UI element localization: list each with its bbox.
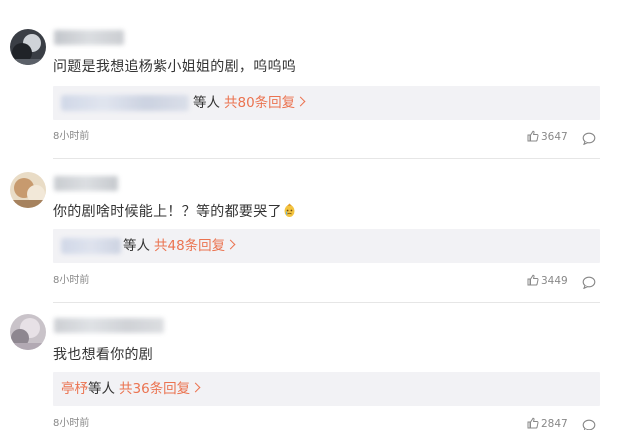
- comment-bubble-icon[interactable]: [582, 130, 596, 149]
- thumbs-up-icon: [527, 130, 539, 142]
- thumbs-up-icon: [527, 417, 539, 429]
- comment-text-content: 你的剧啥时候能上！？等的都要哭了: [53, 204, 282, 220]
- chevron-right-icon: [225, 239, 236, 250]
- reply-count-link[interactable]: 共36条回复: [119, 381, 190, 397]
- like-count: 3647: [541, 131, 568, 143]
- reply-suffix: 等人: [88, 381, 115, 397]
- crying-face-emoji-icon: [283, 203, 296, 218]
- username-blurred[interactable]: [54, 30, 124, 45]
- timestamp: 8小时前: [53, 418, 90, 429]
- username-blurred[interactable]: [54, 318, 164, 333]
- chevron-right-icon: [190, 382, 201, 393]
- comment-text: 你的剧啥时候能上！？等的都要哭了: [53, 203, 296, 221]
- reply-summary[interactable]: 等人 共48条回复: [53, 229, 600, 263]
- avatar[interactable]: [10, 29, 46, 65]
- reply-count-link[interactable]: 共48条回复: [154, 238, 225, 254]
- reply-summary[interactable]: 亭杼等人 共36条回复: [53, 372, 600, 406]
- chevron-right-icon: [295, 96, 306, 107]
- reply-usernames-blurred: [61, 238, 121, 254]
- timestamp: 8小时前: [53, 275, 90, 286]
- avatar[interactable]: [10, 314, 46, 350]
- comment-bubble-icon[interactable]: [582, 274, 596, 293]
- divider: [53, 158, 600, 159]
- reply-usernames-blurred: [61, 95, 189, 111]
- reply-suffix: 等人: [123, 238, 150, 254]
- reply-usernames[interactable]: 亭杼: [61, 381, 88, 397]
- reply-count-link[interactable]: 共80条回复: [224, 95, 295, 111]
- comment-feed: 问题是我想追杨紫小姐姐的剧，呜呜呜 等人 共80条回复 8小时前 3647 你的…: [0, 0, 617, 430]
- comment-text: 问题是我想追杨紫小姐姐的剧，呜呜呜: [53, 59, 297, 75]
- like-button[interactable]: 3449: [527, 274, 568, 288]
- avatar[interactable]: [10, 172, 46, 208]
- comment-text: 我也想看你的剧: [53, 347, 154, 363]
- like-count: 3449: [541, 275, 568, 287]
- reply-suffix: 等人: [193, 95, 220, 111]
- timestamp: 8小时前: [53, 131, 90, 142]
- username-blurred[interactable]: [54, 176, 118, 191]
- like-button[interactable]: 3647: [527, 130, 568, 144]
- reply-summary[interactable]: 等人 共80条回复: [53, 86, 600, 120]
- like-count: 2847: [541, 418, 568, 430]
- like-button[interactable]: 2847: [527, 417, 568, 430]
- divider: [53, 302, 600, 303]
- thumbs-up-icon: [527, 274, 539, 286]
- comment-bubble-icon[interactable]: [582, 417, 596, 430]
